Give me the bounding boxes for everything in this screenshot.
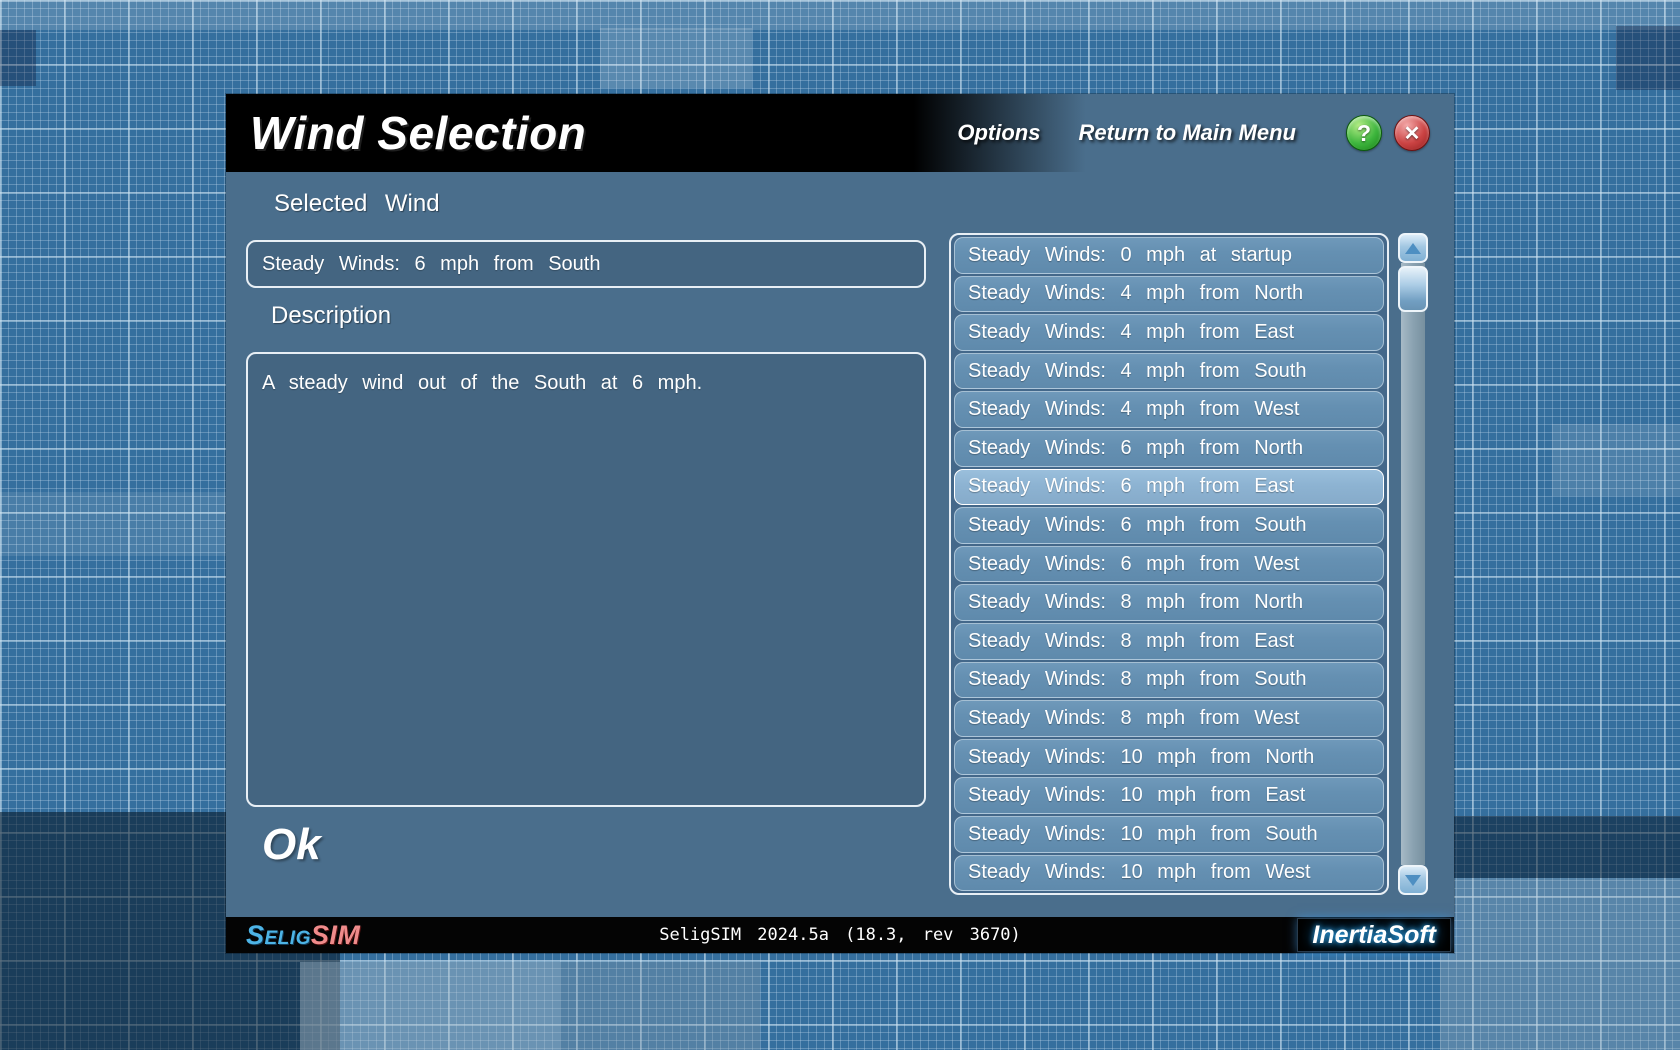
scroll-down-button[interactable] <box>1398 865 1428 895</box>
close-icon: ✕ <box>1404 121 1421 146</box>
version-text: SeligSIM 2024.5a (18.3, rev 3670) <box>659 925 1021 945</box>
description-heading: Description <box>271 302 391 330</box>
wind-list-item[interactable]: Steady Winds: 10 mph from South <box>954 816 1384 853</box>
wind-list-scrollbar <box>1398 233 1428 895</box>
seligsim-logo: SeligSIM <box>246 920 360 951</box>
background-patch <box>1616 26 1680 90</box>
scroll-up-icon <box>1405 243 1421 254</box>
scrollbar-thumb[interactable] <box>1398 266 1428 312</box>
help-icon: ? <box>1357 120 1371 147</box>
wind-list-item[interactable]: Steady Winds: 4 mph from East <box>954 314 1384 351</box>
wind-list-item[interactable]: Steady Winds: 4 mph from North <box>954 276 1384 313</box>
wind-list-item[interactable]: Steady Winds: 8 mph from South <box>954 662 1384 699</box>
wind-list-item[interactable]: Steady Winds: 8 mph from North <box>954 584 1384 621</box>
wind-list-item-selected[interactable]: Steady Winds: 6 mph from East <box>954 469 1384 506</box>
seligsim-logo-selig: Selig <box>246 920 311 950</box>
scroll-up-button[interactable] <box>1398 233 1428 263</box>
wind-list-item[interactable]: Steady Winds: 0 mph at startup <box>954 237 1384 274</box>
selected-wind-heading: Selected Wind <box>274 190 440 218</box>
options-menu-button[interactable]: Options <box>957 120 1040 146</box>
wind-list-item[interactable]: Steady Winds: 8 mph from East <box>954 623 1384 660</box>
close-button[interactable]: ✕ <box>1394 115 1430 151</box>
wind-list-item[interactable]: Steady Winds: 4 mph from West <box>954 391 1384 428</box>
inertiasoft-logo: InertiaSoft <box>1297 918 1451 952</box>
wind-list-item[interactable]: Steady Winds: 10 mph from West <box>954 855 1384 892</box>
titlebar: Wind Selection Options Return to Main Me… <box>226 94 1454 172</box>
selected-wind-value: Steady Winds: 6 mph from South <box>262 253 600 276</box>
return-to-main-menu-button[interactable]: Return to Main Menu <box>1078 120 1296 146</box>
background-patch <box>0 0 1680 30</box>
wind-list-item[interactable]: Steady Winds: 8 mph from West <box>954 700 1384 737</box>
background-patch <box>560 962 760 1050</box>
wind-list-item[interactable]: Steady Winds: 4 mph from South <box>954 353 1384 390</box>
background-patch <box>300 962 560 1050</box>
wind-list-item[interactable]: Steady Winds: 10 mph from East <box>954 777 1384 814</box>
seligsim-logo-sim: SIM <box>311 920 361 950</box>
wind-list-item[interactable]: Steady Winds: 6 mph from West <box>954 546 1384 583</box>
description-box: A steady wind out of the South at 6 mph. <box>246 352 926 807</box>
description-text: A steady wind out of the South at 6 mph. <box>262 372 702 394</box>
background-patch <box>1440 816 1680 878</box>
help-button[interactable]: ? <box>1346 115 1382 151</box>
wind-list-item[interactable]: Steady Winds: 6 mph from North <box>954 430 1384 467</box>
wind-selection-window: Wind Selection Options Return to Main Me… <box>226 94 1454 953</box>
ok-button[interactable]: Ok <box>262 820 321 870</box>
wind-list-item[interactable]: Steady Winds: 10 mph from North <box>954 739 1384 776</box>
scrollbar-track[interactable] <box>1401 263 1425 865</box>
status-bar: SeligSIM SeligSIM 2024.5a (18.3, rev 367… <box>226 917 1454 953</box>
background-patch <box>1552 424 1680 496</box>
selected-wind-box: Steady Winds: 6 mph from South <box>246 240 926 288</box>
wind-list: Steady Winds: 0 mph at startupSteady Win… <box>949 233 1389 895</box>
scroll-down-icon <box>1405 875 1421 886</box>
background-patch <box>0 30 36 86</box>
background-patch <box>600 28 752 88</box>
wind-list-item[interactable]: Steady Winds: 6 mph from South <box>954 507 1384 544</box>
background-patch <box>1440 878 1680 1050</box>
window-title: Wind Selection <box>250 106 586 160</box>
